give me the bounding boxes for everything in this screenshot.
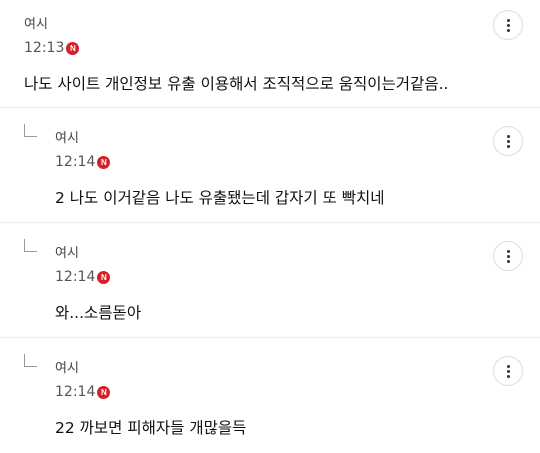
comment-time: 12:13 <box>24 40 65 56</box>
comment-text: 와...소름돋아 <box>55 304 142 322</box>
new-badge-icon: N <box>66 41 80 55</box>
reply-item: 여시 12:14 N 22 까보면 피해자들 개많을득 <box>0 338 540 453</box>
reply-arrow-icon <box>24 354 37 367</box>
more-options-button[interactable] <box>493 10 523 40</box>
more-vertical-icon <box>506 18 510 22</box>
comment-meta: 12:13 N <box>24 38 540 58</box>
comment-meta: 12:14 N <box>55 152 540 172</box>
comment-meta: 12:14 N <box>55 382 540 402</box>
reply-item: 여시 12:14 N 와...소름돋아 <box>0 223 540 338</box>
new-badge-icon: N <box>97 155 111 169</box>
more-vertical-icon <box>506 249 510 253</box>
comment-list: 여시 12:13 N 나도 사이트 개인정보 유출 이용해서 조직적으로 움직이… <box>0 0 540 453</box>
more-dot <box>506 23 510 27</box>
comment-time: 12:14 <box>55 154 96 170</box>
more-dot <box>506 139 510 143</box>
reply-item: 여시 12:14 N 2 나도 이거같음 나도 유출됐는데 갑자기 또 빡치네 <box>0 108 540 223</box>
more-dot <box>506 369 510 373</box>
more-options-button[interactable] <box>493 126 523 156</box>
comment-time: 12:14 <box>55 384 96 400</box>
reply-arrow-icon <box>24 239 37 252</box>
more-dot <box>506 374 510 378</box>
comment-item: 여시 12:13 N 나도 사이트 개인정보 유출 이용해서 조직적으로 움직이… <box>0 0 540 108</box>
comment-text: 22 까보면 피해자들 개많을득 <box>55 419 247 437</box>
more-dot <box>506 259 510 263</box>
more-dot <box>506 254 510 258</box>
more-dot <box>506 28 510 32</box>
more-options-button[interactable] <box>493 241 523 271</box>
comment-time: 12:14 <box>55 269 96 285</box>
comment-author: 여시 <box>55 361 79 376</box>
comment-author: 여시 <box>55 131 79 146</box>
comment-meta: 12:14 N <box>55 267 540 287</box>
comment-text: 2 나도 이거같음 나도 유출됐는데 갑자기 또 빡치네 <box>55 189 385 207</box>
comment-author: 여시 <box>55 246 79 261</box>
comment-author: 여시 <box>24 17 48 32</box>
new-badge-icon: N <box>97 385 111 399</box>
reply-arrow-icon <box>24 124 37 137</box>
more-options-button[interactable] <box>493 356 523 386</box>
comment-text: 나도 사이트 개인정보 유출 이용해서 조직적으로 움직이는거같음.. <box>24 75 449 93</box>
more-dot <box>506 144 510 148</box>
more-vertical-icon <box>506 134 510 138</box>
new-badge-icon: N <box>97 270 111 284</box>
more-vertical-icon <box>506 364 510 368</box>
